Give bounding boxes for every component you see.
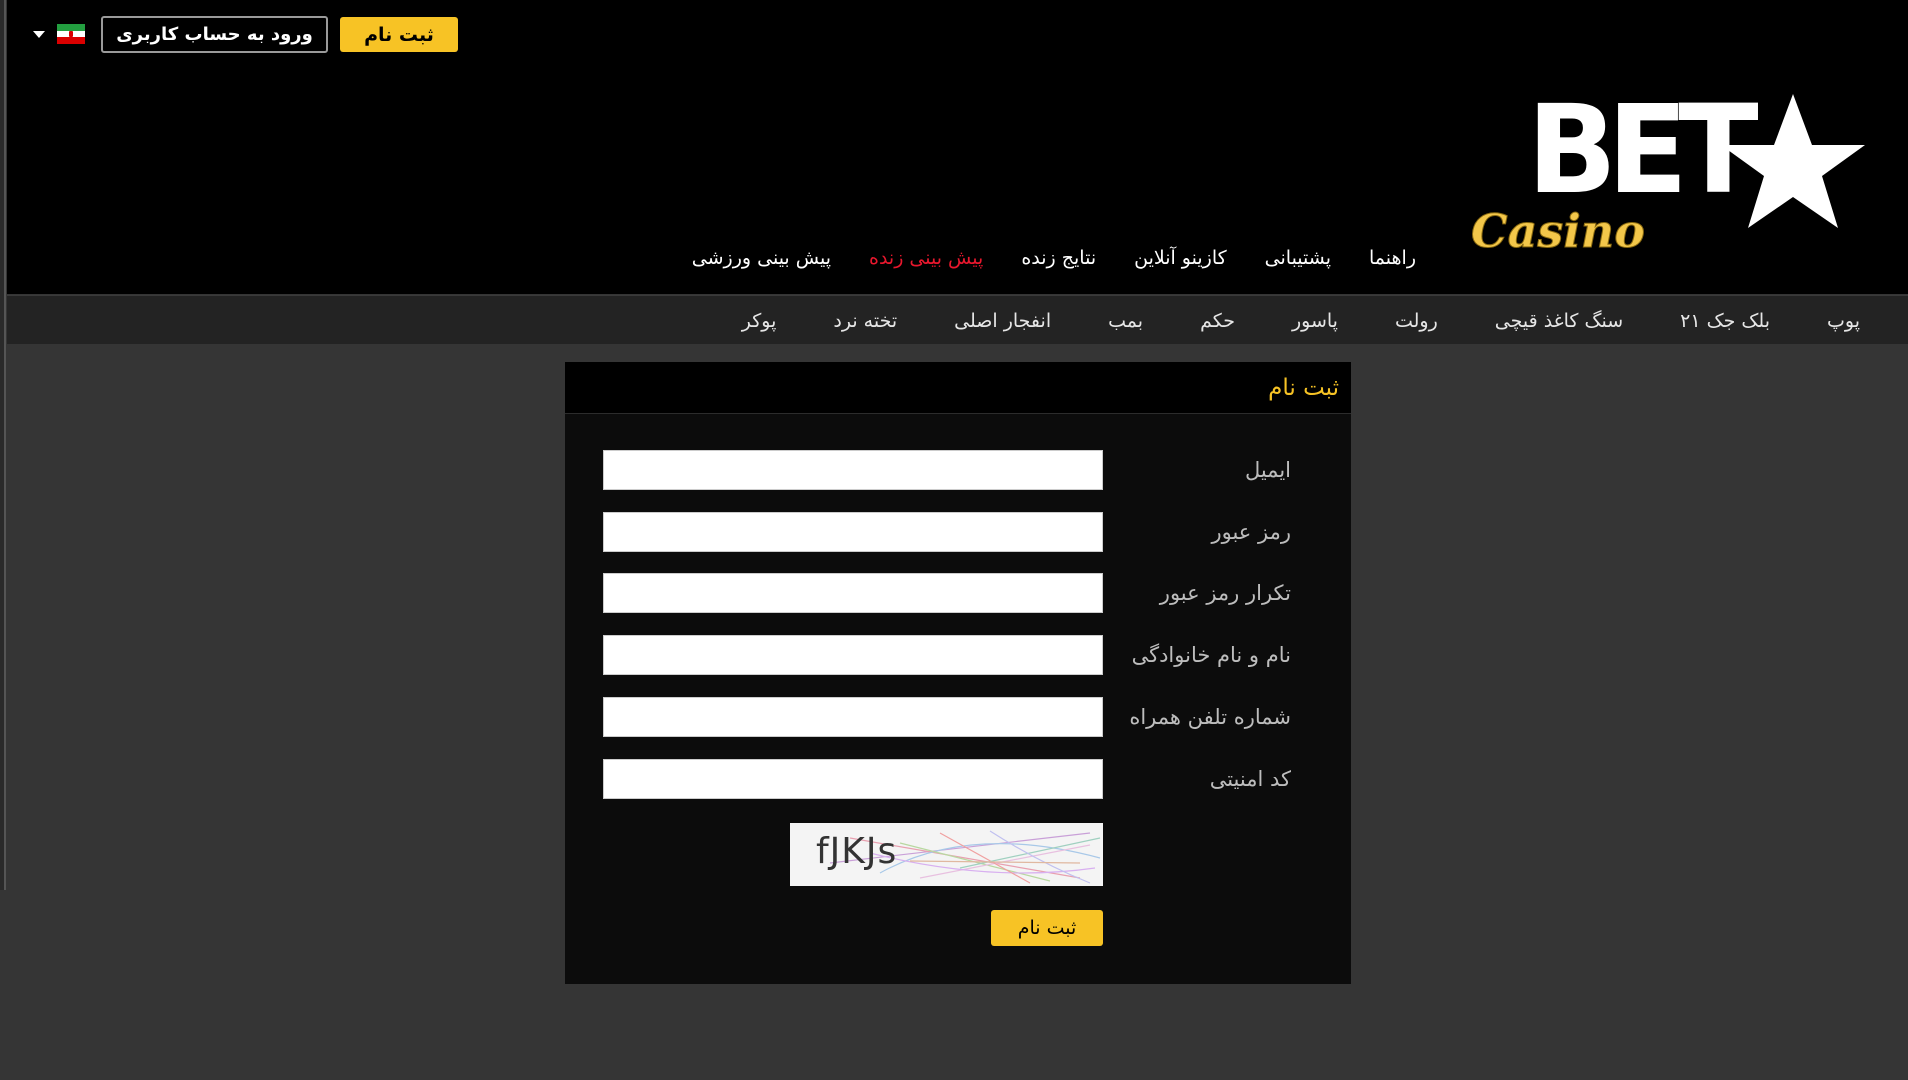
phone-label: شماره تلفن همراه [1129,705,1291,729]
login-button[interactable]: ورود به حساب کاربری [101,16,328,53]
form-row-phone: شماره تلفن همراه [603,697,1291,737]
captcha-text: fJKJs [816,831,898,872]
logo-bet-text: BET [1527,82,1758,221]
form-title: ثبت نام [1268,374,1339,401]
subnav-poker[interactable]: پوکر [742,310,777,332]
captcha-image: fJKJs [790,823,1103,886]
subnav-pop[interactable]: پوپ [1827,310,1860,332]
nav-online-casino[interactable]: کازینو آنلاین [1134,247,1227,269]
window-left-edge [0,0,6,890]
subnav-hokm[interactable]: حکم [1200,310,1235,332]
security-code-input[interactable] [603,759,1103,799]
confirm-password-input[interactable] [603,573,1103,613]
signup-form-panel: ثبت نام ایمیل رمز عبور تکرار رمز عبور نا… [565,362,1351,984]
games-navigation: پوکر تخته نرد انفجار اصلی بمب حکم پاسور … [7,295,1908,344]
form-row-security-code: کد امنیتی [603,759,1291,799]
chevron-down-icon [33,30,45,38]
form-header: ثبت نام [565,362,1351,414]
security-code-label: کد امنیتی [1209,767,1291,791]
nav-live-results[interactable]: نتایج زنده [1021,247,1096,269]
password-label: رمز عبور [1211,520,1291,544]
form-row-email: ایمیل [603,450,1291,490]
subnav-crash[interactable]: انفجار اصلی [954,310,1051,332]
nav-support[interactable]: پشتیبانی [1265,247,1331,269]
signup-button-top[interactable]: ثبت نام [340,17,458,52]
full-name-label: نام و نام خانوادگی [1131,643,1291,667]
form-row-password: رمز عبور [603,512,1291,552]
form-row-confirm-password: تکرار رمز عبور [603,573,1291,613]
nav-sports-betting[interactable]: پیش بینی ورزشی [692,247,831,269]
full-name-input[interactable] [603,635,1103,675]
subnav-rock-paper-scissors[interactable]: سنگ کاغذ قیچی [1495,310,1623,332]
subnav-roulette[interactable]: رولت [1395,310,1438,332]
signup-submit-button[interactable]: ثبت نام [991,910,1103,946]
bet-casino-logo[interactable]: BET Casino [1465,82,1865,262]
subnav-backgammon[interactable]: تخته نرد [833,310,897,332]
logo-casino-text: Casino [1471,204,1645,258]
subnav-pasoor[interactable]: پاسور [1292,310,1338,332]
email-label: ایمیل [1244,458,1291,482]
email-input[interactable] [603,450,1103,490]
nav-live-betting[interactable]: پیش بینی زنده [869,247,983,269]
nav-help[interactable]: راهنما [1369,247,1416,269]
main-navigation: پیش بینی ورزشی پیش بینی زنده نتایج زنده … [692,240,1416,276]
site-header: ثبت نام ورود به حساب کاربری BET Casino پ… [7,0,1908,294]
subnav-blackjack[interactable]: بلک جک ۲۱ [1680,310,1770,332]
iran-flag-icon [57,24,85,45]
language-selector[interactable] [33,22,93,46]
password-input[interactable] [603,512,1103,552]
phone-input[interactable] [603,697,1103,737]
subnav-bomb[interactable]: بمب [1108,310,1143,332]
confirm-password-label: تکرار رمز عبور [1159,581,1291,605]
form-row-full-name: نام و نام خانوادگی [603,635,1291,675]
